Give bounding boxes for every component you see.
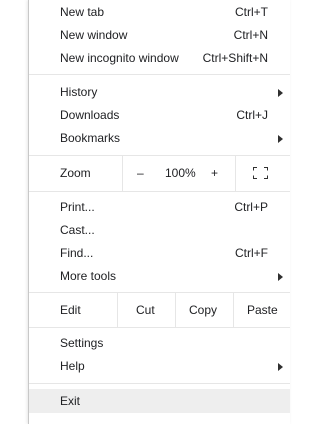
chevron-right-icon [278,363,283,371]
zoom-row: Zoom – 100% + [29,156,290,191]
menu-item-bookmarks[interactable]: Bookmarks [29,127,290,150]
menu-item-shortcut: Ctrl+T [235,5,268,19]
menu-item-shortcut: Ctrl+F [235,246,268,260]
menu-item-shortcut: Ctrl+J [236,108,268,122]
menu-item-settings[interactable]: Settings [29,332,290,355]
zoom-divider [235,156,236,191]
copy-button[interactable]: Copy [189,303,217,317]
menu-item-cast[interactable]: Cast... [29,219,290,242]
menu-item-label: Print... [60,200,95,214]
edit-divider [175,293,176,327]
menu-item-shortcut: Ctrl+P [234,200,268,214]
menu-item-exit[interactable]: Exit [29,389,290,413]
menu-item-label: Help [60,359,85,373]
menu-item-label: New tab [60,5,105,19]
zoom-divider [122,156,123,191]
chrome-main-menu: New tab Ctrl+T New window Ctrl+N New inc… [28,0,290,424]
menu-item-label: Find... [60,246,94,260]
menu-item-help[interactable]: Help [29,355,290,378]
edit-row: Edit Cut Copy Paste [29,293,290,327]
chevron-right-icon [278,89,283,97]
menu-item-shortcut: Ctrl+Shift+N [202,51,268,65]
menu-item-shortcut: Ctrl+N [233,28,268,42]
menu-item-new-tab[interactable]: New tab Ctrl+T [29,1,290,24]
menu-item-label: Settings [60,336,104,350]
menu-separator [29,191,290,192]
edit-label: Edit [60,303,81,317]
menu-item-label: Downloads [60,108,120,122]
menu-separator [29,74,290,75]
menu-item-label: New incognito window [60,51,179,65]
menu-item-label: Cast... [60,223,95,237]
menu-item-label: More tools [60,269,117,283]
menu-item-label: History [60,85,98,99]
menu-item-label: New window [60,28,128,42]
menu-item-print[interactable]: Print... Ctrl+P [29,196,290,219]
menu-item-more-tools[interactable]: More tools [29,265,290,288]
chevron-right-icon [278,135,283,143]
zoom-level: 100% [165,166,196,180]
menu-item-history[interactable]: History [29,81,290,104]
menu-separator [29,383,290,384]
menu-item-new-incognito-window[interactable]: New incognito window Ctrl+Shift+N [29,47,290,70]
edit-divider [233,293,234,327]
chevron-right-icon [278,273,283,281]
zoom-out-button[interactable]: – [137,166,144,180]
cut-button[interactable]: Cut [136,303,155,317]
menu-item-downloads[interactable]: Downloads Ctrl+J [29,104,290,127]
edit-divider [117,293,118,327]
menu-item-label: Bookmarks [60,131,121,145]
paste-button[interactable]: Paste [247,303,278,317]
menu-separator [29,327,290,328]
menu-item-new-window[interactable]: New window Ctrl+N [29,24,290,47]
fullscreen-icon[interactable] [253,167,268,179]
menu-item-find[interactable]: Find... Ctrl+F [29,242,290,265]
menu-item-label: Exit [60,394,81,408]
zoom-label: Zoom [60,166,91,180]
zoom-in-button[interactable]: + [211,166,218,180]
